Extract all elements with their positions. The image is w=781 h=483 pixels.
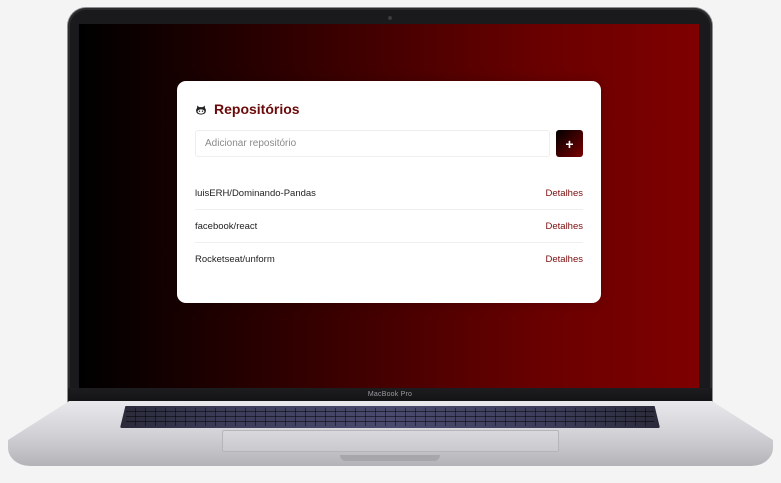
trackpad [222,430,559,452]
keyboard [120,406,660,428]
laptop-lid: Repositórios + luisERH/Dominando-Pandas … [68,8,712,403]
repo-item: facebook/react Detalhes [195,209,583,242]
repo-name: facebook/react [195,220,258,232]
details-link[interactable]: Detalhes [546,188,584,199]
camera-icon [388,16,392,20]
keyboard-keys [126,408,654,426]
lid-notch [340,455,440,461]
device-label: MacBook Pro [367,391,413,398]
laptop-screen: Repositórios + luisERH/Dominando-Pandas … [79,24,699,388]
repo-input[interactable] [195,130,550,157]
repo-item: Rocketseat/unform Detalhes [195,242,583,275]
page-title: Repositórios [214,101,300,117]
repo-item: luisERH/Dominando-Pandas Detalhes [195,177,583,209]
card-header: Repositórios [195,101,583,117]
details-link[interactable]: Detalhes [546,221,584,232]
laptop-chin: MacBook Pro [68,388,712,403]
add-repo-form: + [195,130,583,157]
repo-list: luisERH/Dominando-Pandas Detalhes facebo… [195,177,583,275]
repo-name: Rocketseat/unform [195,253,275,265]
add-repo-button[interactable]: + [556,130,583,157]
repo-name: luisERH/Dominando-Pandas [195,187,316,199]
repositories-card: Repositórios + luisERH/Dominando-Pandas … [177,81,601,303]
github-icon [195,103,207,115]
details-link[interactable]: Detalhes [546,254,584,265]
